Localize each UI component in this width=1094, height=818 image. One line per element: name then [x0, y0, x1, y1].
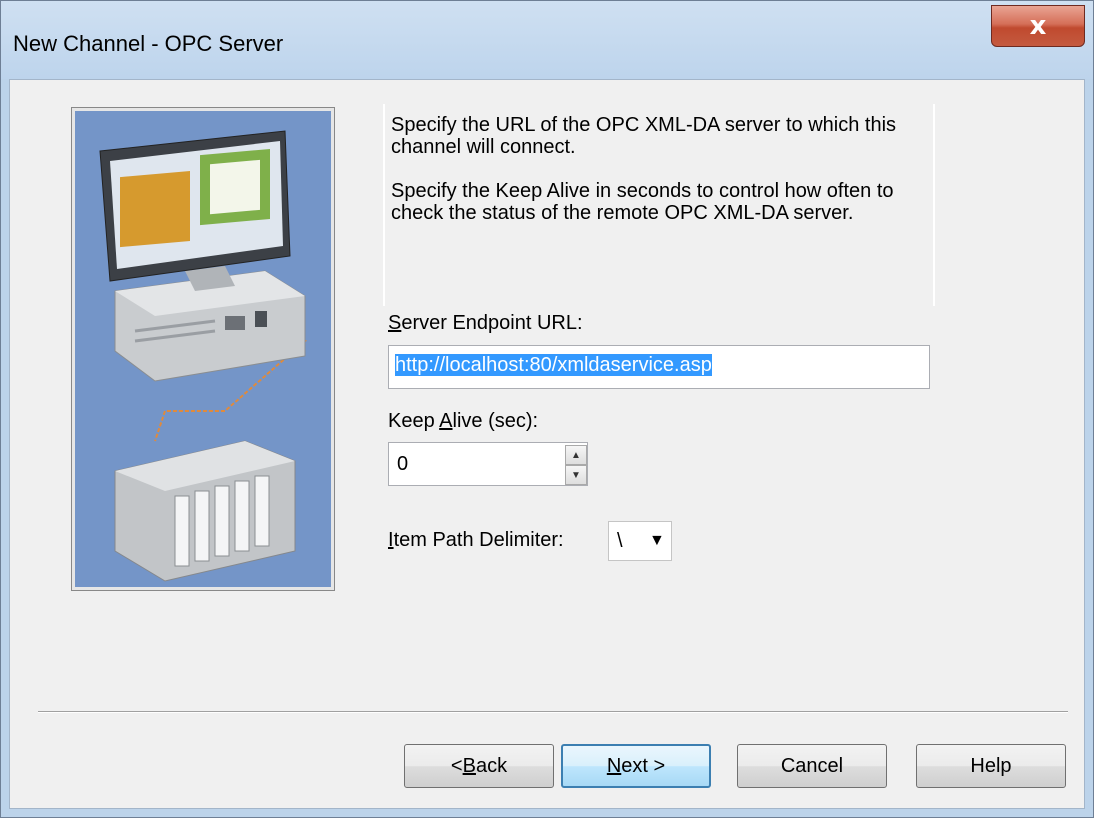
next-button-label: ext >	[621, 754, 666, 777]
server-endpoint-url-label: Server Endpoint URL:	[388, 312, 583, 335]
spin-down-button[interactable]: ▼	[565, 465, 587, 485]
cancel-button-label: Cancel	[780, 754, 844, 777]
computer-plc-illustration	[99, 130, 307, 582]
back-button-pre: <	[450, 754, 463, 777]
item-path-delimiter-label: Item Path Delimiter:	[388, 529, 564, 552]
item-path-delimiter-label-text: tem Path Delimiter:	[393, 529, 564, 551]
dialog-body: Specify the URL of the OPC XML-DA server…	[9, 79, 1085, 809]
server-endpoint-url-value: http://localhost:80/xmldaservice.asp	[395, 354, 712, 376]
keep-alive-label-accel: A	[439, 410, 453, 432]
dialog-window: New Channel - OPC Server x Specify the U…	[0, 0, 1094, 818]
keep-alive-label-pre: Keep	[388, 410, 440, 432]
button-separator	[38, 711, 1068, 713]
wizard-illustration	[72, 108, 334, 590]
item-path-delimiter-select[interactable]: \ ▼	[608, 521, 672, 561]
close-icon: x	[1029, 11, 1047, 41]
keep-alive-value: 0	[397, 453, 409, 475]
instructions-text: Specify the URL of the OPC XML-DA server…	[383, 104, 935, 306]
instructions-paragraph-2: Specify the Keep Alive in seconds to con…	[391, 180, 894, 224]
cancel-button[interactable]: Cancel	[737, 744, 887, 788]
close-button[interactable]: x	[991, 5, 1085, 47]
server-endpoint-url-label-text: erver Endpoint URL:	[401, 312, 583, 334]
server-endpoint-url-label-accel: S	[388, 312, 402, 334]
help-button[interactable]: Help	[916, 744, 1066, 788]
next-button[interactable]: Next >	[561, 744, 711, 788]
server-endpoint-url-input[interactable]: http://localhost:80/xmldaservice.asp	[388, 345, 930, 389]
back-button-accel: B	[462, 754, 476, 777]
item-path-delimiter-value: \	[617, 530, 623, 552]
keep-alive-spinner[interactable]: 0 ▲ ▼	[388, 442, 588, 486]
chevron-down-icon: ▼	[649, 532, 665, 549]
instructions-paragraph-1: Specify the URL of the OPC XML-DA server…	[391, 114, 897, 158]
next-button-accel: N	[606, 754, 622, 777]
back-button[interactable]: < Back	[404, 744, 554, 788]
keep-alive-label: Keep Alive (sec):	[388, 410, 538, 433]
spin-up-button[interactable]: ▲	[565, 445, 587, 465]
spin-up-icon: ▲	[571, 449, 581, 461]
spin-down-icon: ▼	[571, 469, 581, 481]
window-title: New Channel - OPC Server	[13, 31, 284, 56]
back-button-label: ack	[475, 754, 508, 777]
keep-alive-label-text: live (sec):	[452, 410, 539, 432]
title-bar[interactable]: New Channel - OPC Server x	[1, 1, 1093, 79]
help-button-label: Help	[970, 754, 1012, 777]
